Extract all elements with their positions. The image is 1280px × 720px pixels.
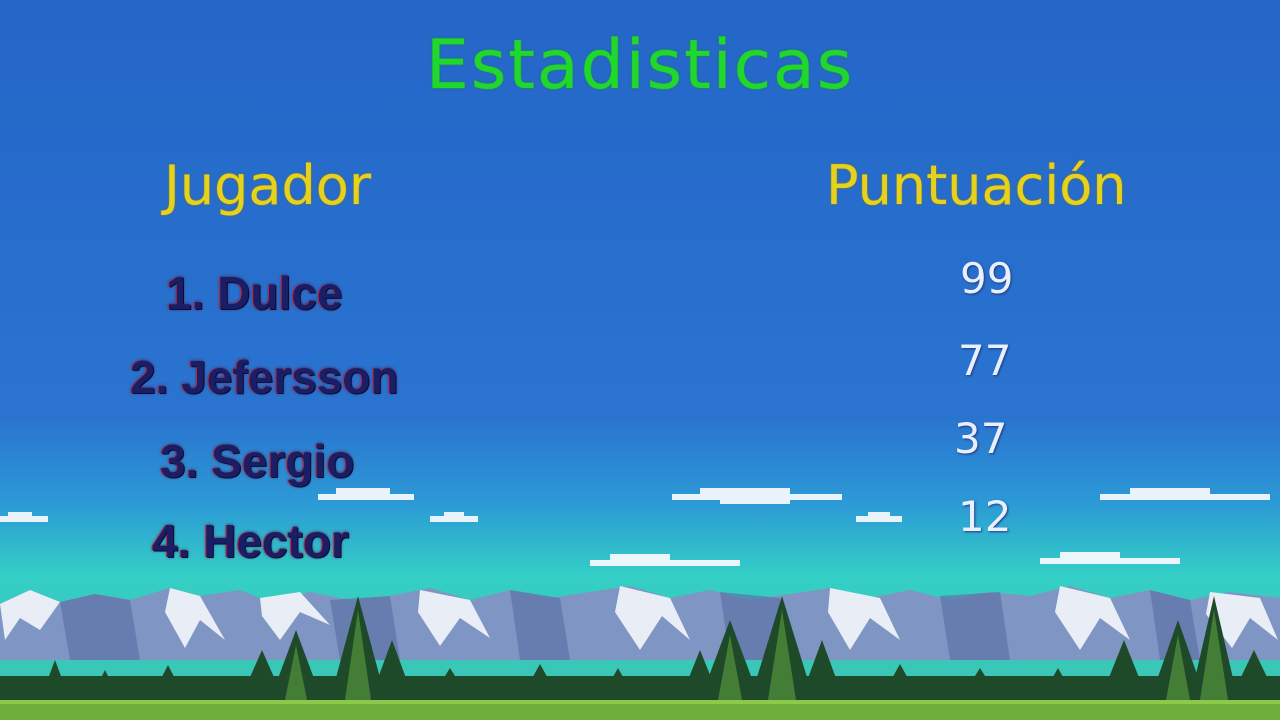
page-title: Estadisticas bbox=[425, 26, 855, 105]
player-row-4: 4. Hector bbox=[152, 515, 349, 567]
player-row-3: 3. Sergio bbox=[160, 435, 355, 487]
score-row-4: 12 bbox=[958, 492, 1012, 541]
player-column-header: Jugador bbox=[164, 154, 372, 217]
score-row-2: 77 bbox=[958, 336, 1012, 385]
player-row-2: 2. Jefersson bbox=[130, 351, 399, 403]
score-column-header: Puntuación bbox=[826, 154, 1127, 217]
score-row-1: 99 bbox=[960, 254, 1014, 303]
player-row-1: 1. Dulce bbox=[166, 267, 343, 319]
score-row-3: 37 bbox=[954, 414, 1008, 463]
